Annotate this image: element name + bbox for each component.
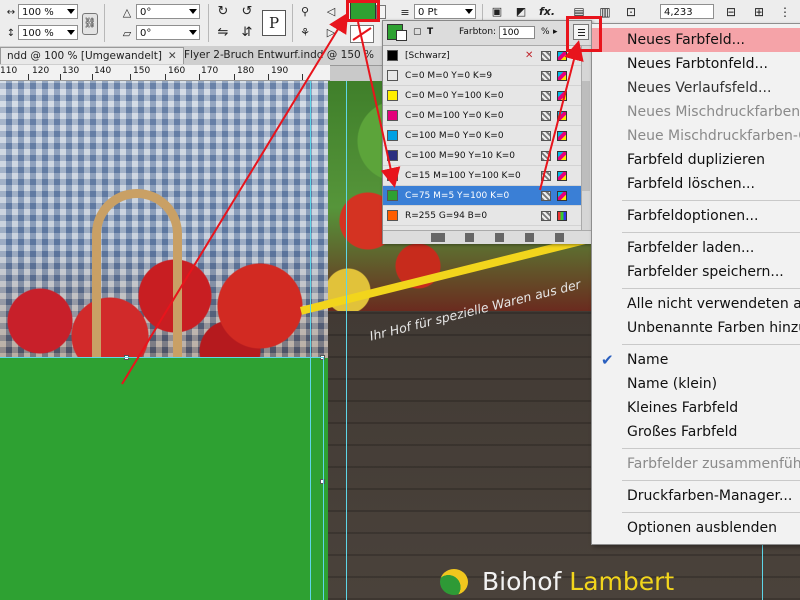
annotation-arrows (121, 12, 584, 385)
arrow-to-fill-swatch (121, 12, 349, 385)
arrow-to-green-swatch (357, 21, 401, 188)
arrow-to-panel-menu (539, 40, 584, 191)
